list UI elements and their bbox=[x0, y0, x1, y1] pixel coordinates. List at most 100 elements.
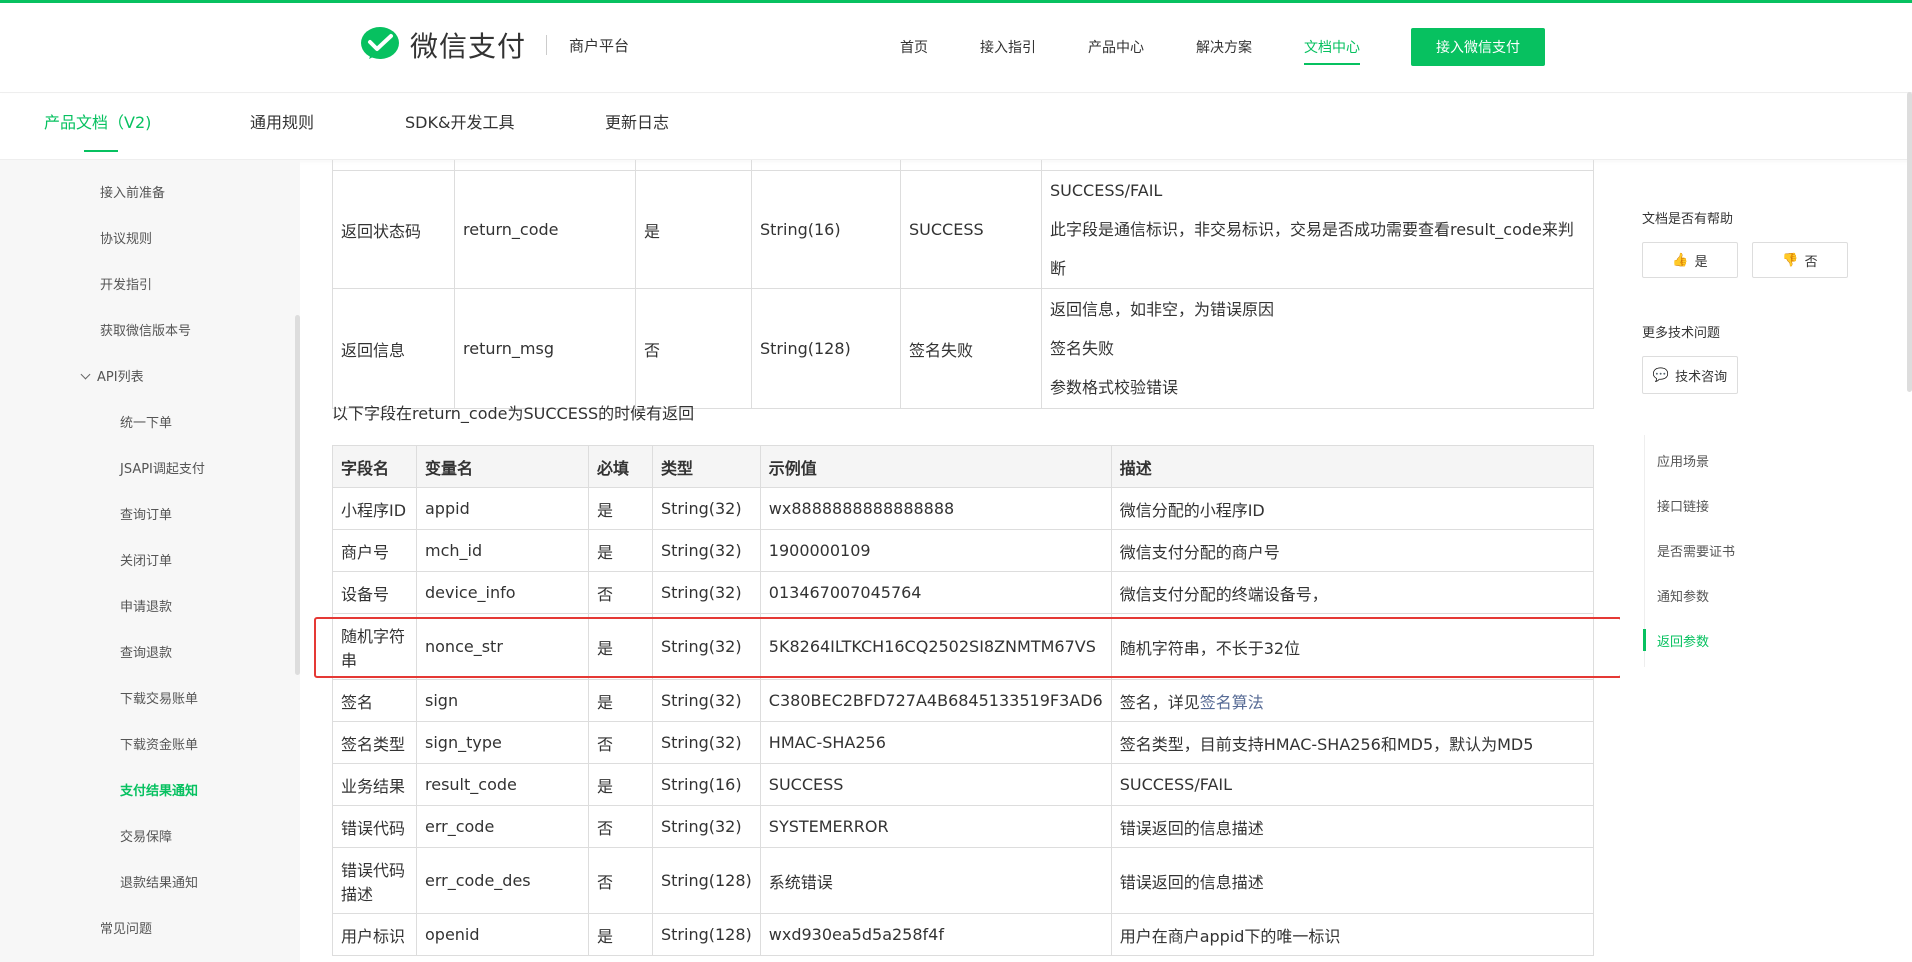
sidebar-subitem[interactable]: 退款结果通知 bbox=[120, 872, 198, 891]
type-cell: String(32) bbox=[652, 805, 761, 848]
var-name-cell: return_msg bbox=[454, 288, 636, 409]
type-cell: String(16) bbox=[751, 170, 901, 289]
brand-divider bbox=[546, 35, 548, 55]
type-cell: String(32) bbox=[652, 529, 761, 572]
sidebar-item[interactable]: 常见问题 bbox=[100, 918, 152, 937]
field-name-cell: 返回信息 bbox=[332, 288, 455, 409]
required-cell: 否 bbox=[588, 721, 653, 764]
yes-label: 是 bbox=[1694, 253, 1708, 269]
brand-logo[interactable]: 微信支付 商户平台 bbox=[360, 25, 629, 65]
desc-line: 签名失败 bbox=[1050, 339, 1115, 358]
sidebar-item[interactable]: 接入前准备 bbox=[100, 182, 165, 201]
sidebar-item-api-list[interactable]: API列表 bbox=[80, 366, 144, 385]
sidebar-subitem[interactable]: 查询退款 bbox=[120, 642, 172, 661]
column-header: 示例值 bbox=[759, 445, 1112, 488]
doc-main-content: 返回状态码 return_code 是 String(16) SUCCESS S… bbox=[300, 160, 1620, 962]
required-cell: 是 bbox=[635, 170, 752, 289]
desc-line: SUCCESS/FAIL bbox=[1050, 181, 1163, 200]
required-cell: 是 bbox=[588, 679, 653, 722]
desc-cell: 用户在商户appid下的唯一标识 bbox=[1110, 913, 1595, 956]
sidebar-subitem[interactable]: 关闭订单 bbox=[120, 550, 172, 569]
var-name-cell: err_code_des bbox=[416, 847, 589, 914]
table-row: 错误代码描述 err_code_des 否 String(128) 系统错误 错… bbox=[332, 847, 1595, 914]
chat-icon: 💬 bbox=[1652, 367, 1670, 382]
toc-item-notify-params[interactable]: 通知参数 bbox=[1657, 586, 1709, 605]
field-name-cell: 设备号 bbox=[332, 571, 417, 614]
subnav-sdk-tools[interactable]: SDK&开发工具 bbox=[405, 94, 514, 160]
nav-integration-guide[interactable]: 接入指引 bbox=[980, 3, 1036, 93]
toc-active-marker bbox=[1643, 629, 1646, 651]
required-cell: 否 bbox=[588, 847, 653, 914]
sidebar-subitem[interactable]: 统一下单 bbox=[120, 412, 172, 431]
sidebar-subitem[interactable]: 交易保障 bbox=[120, 826, 172, 845]
tech-consult-button[interactable]: 💬 技术咨询 bbox=[1642, 356, 1738, 394]
brand-subtitle: 商户平台 bbox=[569, 36, 630, 55]
table-row bbox=[332, 160, 1594, 171]
desc-line: 参数格式校验错误 bbox=[1050, 378, 1179, 397]
field-name-cell: 签名类型 bbox=[332, 721, 417, 764]
desc-cell: 错误返回的信息描述 bbox=[1110, 847, 1595, 914]
sidebar-subitem[interactable]: 申请退款 bbox=[120, 596, 172, 615]
type-cell: String(128) bbox=[652, 847, 761, 914]
helpful-no-button[interactable]: 👎 否 bbox=[1752, 242, 1848, 278]
desc-cell: 签名类型，目前支持HMAC-SHA256和MD5，默认为MD5 bbox=[1110, 721, 1595, 764]
table-row: 业务结果 result_code 是 String(16) SUCCESS SU… bbox=[332, 763, 1595, 806]
toc-item-return-params[interactable]: 返回参数 bbox=[1657, 631, 1709, 650]
type-cell: String(32) bbox=[652, 721, 761, 764]
desc-cell: 微信支付分配的终端设备号， bbox=[1110, 571, 1595, 614]
table-row: 返回信息 return_msg 否 String(128) 签名失败 返回信息，… bbox=[332, 288, 1594, 409]
toc-item-certificate[interactable]: 是否需要证书 bbox=[1657, 541, 1735, 560]
required-cell: 否 bbox=[635, 288, 752, 409]
join-wechat-pay-button[interactable]: 接入微信支付 bbox=[1411, 28, 1545, 66]
var-name-cell: err_code bbox=[416, 805, 589, 848]
sidebar-subitem[interactable]: 下载资金账单 bbox=[120, 734, 198, 753]
table-row: 商户号 mch_id 是 String(32) 1900000109 微信支付分… bbox=[332, 529, 1595, 572]
example-cell: 系统错误 bbox=[759, 847, 1112, 914]
helpful-yes-button[interactable]: 👍 是 bbox=[1642, 242, 1738, 278]
thumbs-down-icon: 👎 bbox=[1782, 252, 1799, 267]
desc-cell: 微信分配的小程序ID bbox=[1110, 487, 1595, 530]
sidebar-item[interactable]: 获取微信版本号 bbox=[100, 320, 191, 339]
subnav-general-rules[interactable]: 通用规则 bbox=[250, 94, 314, 160]
sidebar-subitem[interactable]: 下载交易账单 bbox=[120, 688, 198, 707]
field-name-cell: 用户标识 bbox=[332, 913, 417, 956]
sidebar-subitem-payment-notify[interactable]: 支付结果通知 bbox=[120, 780, 198, 799]
table-row: 设备号 device_info 否 String(32) 01346700704… bbox=[332, 571, 1595, 614]
page-scrollbar[interactable] bbox=[1907, 92, 1912, 392]
desc-cell: SUCCESS/FAIL 此字段是通信标识，非交易标识，交易是否成功需要查看re… bbox=[1041, 170, 1594, 289]
right-panel: 文档是否有帮助 👍 是 👎 否 更多技术问题 💬 技术咨询 应用场景 接口链接 是否需… bbox=[1620, 160, 1912, 962]
sign-algorithm-link[interactable]: 签名算法 bbox=[1200, 693, 1264, 712]
field-name-cell: 商户号 bbox=[332, 529, 417, 572]
column-header: 必填 bbox=[588, 445, 653, 488]
sidebar-subitem[interactable]: JSAPI调起支付 bbox=[120, 458, 205, 477]
type-cell: String(128) bbox=[652, 913, 761, 956]
business-params-table: 字段名 变量名 必填 类型 示例值 描述 小程序ID appid 是 Strin… bbox=[332, 445, 1595, 956]
var-name-cell: sign bbox=[416, 679, 589, 722]
sidebar-item[interactable]: 协议规则 bbox=[100, 228, 152, 247]
desc-line: 此字段是通信标识，非交易标识，交易是否成功需要查看result_code来判断 bbox=[1050, 220, 1574, 278]
top-nav: 首页 接入指引 产品中心 解决方案 文档中心 bbox=[900, 3, 1412, 93]
sidebar-subitem[interactable]: 查询订单 bbox=[120, 504, 172, 523]
var-name-cell: mch_id bbox=[416, 529, 589, 572]
wechat-pay-logo-icon bbox=[361, 27, 399, 59]
column-header: 类型 bbox=[652, 445, 761, 488]
sidebar-item[interactable]: 开发指引 bbox=[100, 274, 152, 293]
field-name-cell: 错误代码 bbox=[332, 805, 417, 848]
subnav-changelog[interactable]: 更新日志 bbox=[605, 94, 669, 160]
desc-cell: 微信支付分配的商户号 bbox=[1110, 529, 1595, 572]
toc-item-api-url[interactable]: 接口链接 bbox=[1657, 496, 1709, 515]
table-header-row: 字段名 变量名 必填 类型 示例值 描述 bbox=[332, 445, 1595, 488]
subnav-product-docs[interactable]: 产品文档（V2) bbox=[44, 94, 151, 160]
required-cell: 是 bbox=[588, 763, 653, 806]
desc-cell: 返回信息，如非空，为错误原因 签名失败 参数格式校验错误 bbox=[1041, 288, 1594, 409]
nav-solutions[interactable]: 解决方案 bbox=[1196, 3, 1252, 93]
nav-home[interactable]: 首页 bbox=[900, 3, 928, 93]
desc-text: 签名，详见 bbox=[1119, 692, 1200, 712]
nav-docs[interactable]: 文档中心 bbox=[1304, 3, 1360, 93]
var-name-cell: sign_type bbox=[416, 721, 589, 764]
column-header: 描述 bbox=[1110, 445, 1595, 488]
nav-products[interactable]: 产品中心 bbox=[1088, 3, 1144, 93]
required-cell: 是 bbox=[588, 913, 653, 956]
field-name-cell: 业务结果 bbox=[332, 763, 417, 806]
toc-item-scenario[interactable]: 应用场景 bbox=[1657, 451, 1709, 470]
